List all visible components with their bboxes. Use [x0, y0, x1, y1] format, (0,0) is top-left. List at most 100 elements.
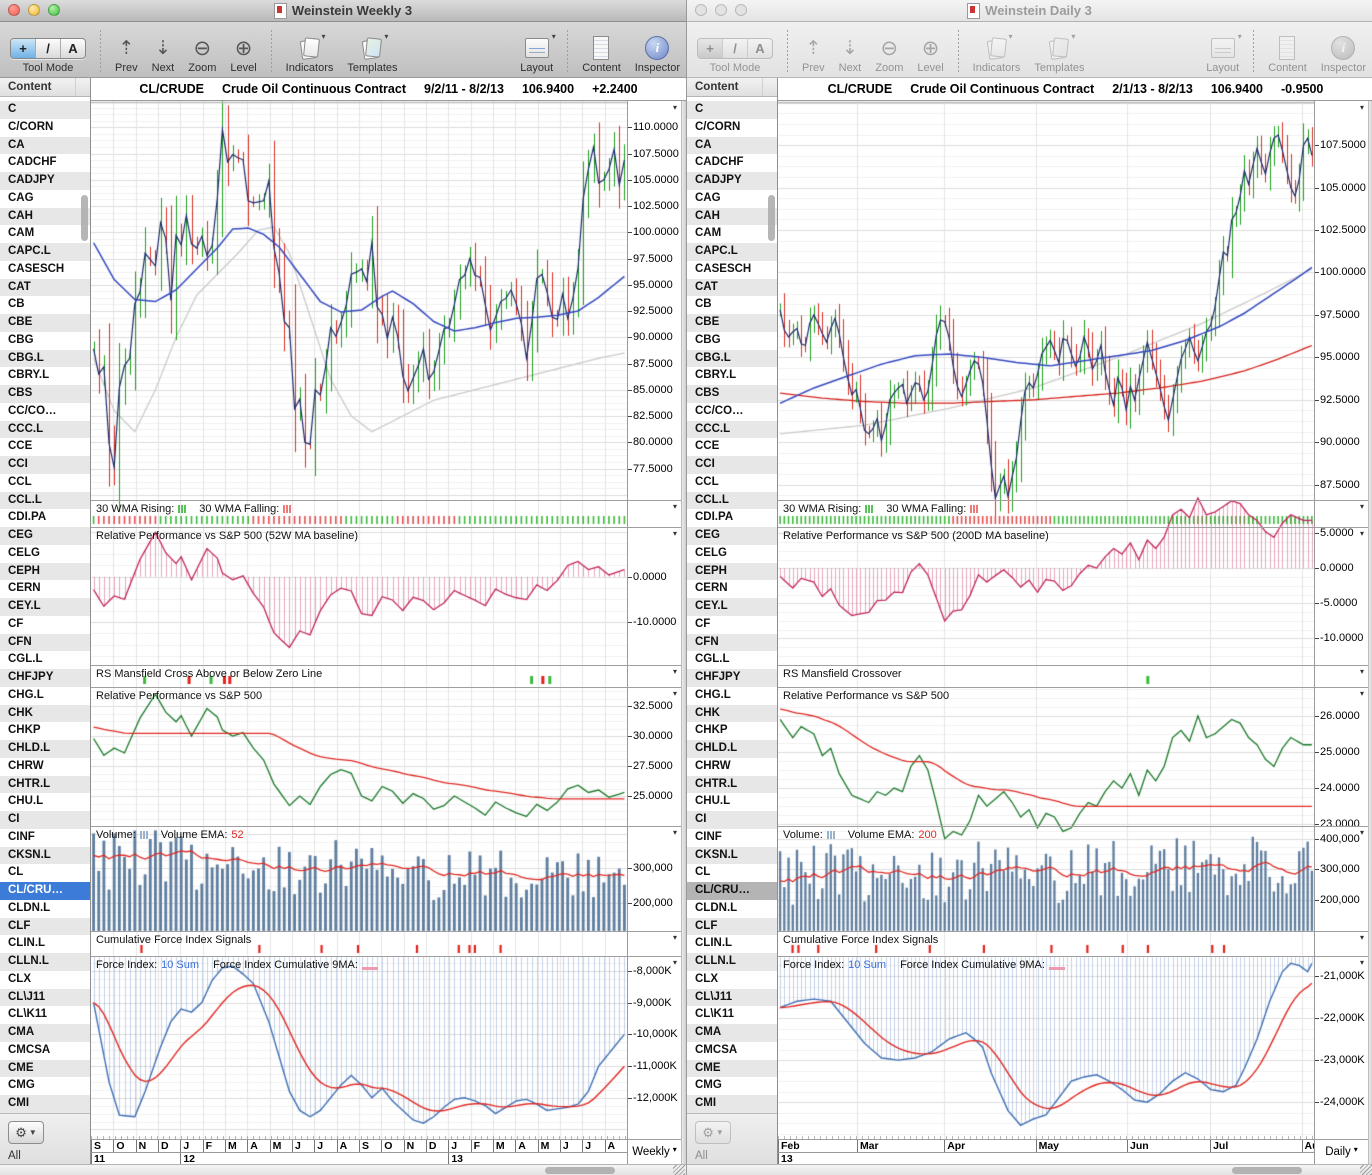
- panel-menu-arrow[interactable]: ▾: [673, 103, 677, 112]
- list-item[interactable]: C/CORN: [0, 119, 90, 137]
- list-item[interactable]: CLF: [0, 918, 90, 936]
- list-item[interactable]: CI: [687, 811, 777, 829]
- list-item[interactable]: CBRY.L: [0, 367, 90, 385]
- horizontal-scrollbar[interactable]: [0, 1164, 686, 1175]
- panel-divider[interactable]: [91, 500, 627, 501]
- list-item[interactable]: CEY.L: [0, 598, 90, 616]
- next-button[interactable]: ⇣Next: [839, 35, 862, 74]
- traffic-lights[interactable]: [695, 4, 747, 16]
- list-item[interactable]: CAG: [0, 190, 90, 208]
- prev-button[interactable]: ⇡Prev: [115, 35, 138, 74]
- list-item[interactable]: CHRW: [0, 758, 90, 776]
- list-item[interactable]: CCC.L: [687, 421, 777, 439]
- chart-area[interactable]: 30 WMA Rising: 30 WMA Falling: Relative …: [91, 101, 627, 1164]
- panel-divider[interactable]: [91, 931, 627, 932]
- list-item[interactable]: CAPC.L: [0, 243, 90, 261]
- panel-menu-arrow[interactable]: ▾: [1360, 667, 1364, 676]
- list-item[interactable]: CHRW: [687, 758, 777, 776]
- panel-divider[interactable]: [91, 826, 627, 827]
- panel-divider[interactable]: [778, 665, 1314, 666]
- content-button[interactable]: Content: [582, 35, 621, 74]
- list-item[interactable]: CBE: [687, 314, 777, 332]
- price-axis-column[interactable]: 107.5000105.0000102.5000100.000097.50009…: [1314, 101, 1368, 1164]
- resize-grip[interactable]: [1360, 1165, 1372, 1175]
- panel-menu-arrow[interactable]: ▾: [673, 933, 677, 942]
- tool-mode-control[interactable]: +/A Tool Mode: [697, 35, 773, 74]
- title-bar[interactable]: Weinstein Daily 3: [687, 0, 1372, 22]
- list-item[interactable]: CMCSA: [0, 1042, 90, 1060]
- list-item[interactable]: C/CORN: [687, 119, 777, 137]
- list-item[interactable]: CCI: [0, 456, 90, 474]
- panel-menu-arrow[interactable]: ▾: [673, 529, 677, 538]
- list-item[interactable]: CHLD.L: [0, 740, 90, 758]
- list-item[interactable]: C: [0, 101, 90, 119]
- list-item[interactable]: CBG.L: [687, 350, 777, 368]
- line-tool-button[interactable]: /: [722, 39, 747, 58]
- panel-menu-arrow[interactable]: ▾: [1360, 103, 1364, 112]
- gear-menu-button[interactable]: ⚙▼: [695, 1121, 731, 1144]
- close-button[interactable]: [695, 4, 707, 16]
- symbol-list[interactable]: CC/CORNCACADCHFCADJPYCAGCAHCAMCAPC.LCASE…: [0, 101, 90, 1113]
- panel-menu-arrow[interactable]: ▾: [1360, 529, 1364, 538]
- scroll-thumb[interactable]: [1232, 1167, 1302, 1174]
- list-item[interactable]: CDI.PA: [0, 509, 90, 527]
- zoom-button[interactable]: [735, 4, 747, 16]
- title-bar[interactable]: Weinstein Weekly 3: [0, 0, 686, 22]
- minimize-button[interactable]: [715, 4, 727, 16]
- inspector-button[interactable]: iInspector: [1321, 35, 1366, 74]
- list-item[interactable]: CHK: [0, 705, 90, 723]
- panel-menu-arrow[interactable]: ▾: [673, 828, 677, 837]
- period-selector[interactable]: Daily▾: [1314, 1139, 1368, 1164]
- list-item[interactable]: CAPC.L: [687, 243, 777, 261]
- list-item[interactable]: CBG: [687, 332, 777, 350]
- panel-divider[interactable]: [778, 931, 1314, 932]
- resize-grip[interactable]: [673, 1165, 685, 1175]
- list-item[interactable]: CLLN.L: [0, 953, 90, 971]
- list-item[interactable]: CBS: [0, 385, 90, 403]
- list-item[interactable]: CC/CO…: [0, 403, 90, 421]
- close-button[interactable]: [8, 4, 20, 16]
- list-item[interactable]: CKSN.L: [687, 847, 777, 865]
- list-item[interactable]: CHLD.L: [687, 740, 777, 758]
- list-item[interactable]: CCE: [687, 438, 777, 456]
- list-item[interactable]: CHFJPY: [687, 669, 777, 687]
- list-item[interactable]: CINF: [687, 829, 777, 847]
- list-item[interactable]: CHG.L: [0, 687, 90, 705]
- list-item[interactable]: CLIN.L: [0, 935, 90, 953]
- list-item[interactable]: CEG: [0, 527, 90, 545]
- list-item[interactable]: CFN: [687, 634, 777, 652]
- scroll-thumb[interactable]: [545, 1167, 615, 1174]
- inspector-button[interactable]: iInspector: [635, 35, 680, 74]
- price-axis-column[interactable]: 110.0000107.5000105.0000102.5000100.0000…: [627, 101, 681, 1164]
- panel-divider[interactable]: [91, 956, 627, 957]
- list-item[interactable]: CINF: [0, 829, 90, 847]
- list-item[interactable]: CMCSA: [687, 1042, 777, 1060]
- list-item[interactable]: CGL.L: [0, 651, 90, 669]
- gear-menu-button[interactable]: ⚙▼: [8, 1121, 44, 1144]
- tool-mode-control[interactable]: +/A Tool Mode: [10, 35, 86, 74]
- list-item[interactable]: CLX: [0, 971, 90, 989]
- list-item[interactable]: CEPH: [687, 563, 777, 581]
- list-item[interactable]: CLDN.L: [687, 900, 777, 918]
- sidebar-header[interactable]: Content: [0, 78, 90, 97]
- crosshair-tool-button[interactable]: +: [11, 39, 35, 58]
- list-item[interactable]: CHTR.L: [0, 776, 90, 794]
- zoom-button[interactable]: [48, 4, 60, 16]
- panel-menu-arrow[interactable]: ▾: [1360, 933, 1364, 942]
- text-tool-button[interactable]: A: [60, 39, 85, 58]
- list-item[interactable]: CLX: [687, 971, 777, 989]
- panel-divider[interactable]: [778, 500, 1314, 501]
- content-button[interactable]: Content: [1268, 35, 1307, 74]
- chart-canvas[interactable]: [778, 101, 1314, 1164]
- list-item[interactable]: CAH: [0, 208, 90, 226]
- list-item[interactable]: CB: [687, 296, 777, 314]
- list-item[interactable]: CL\K11: [0, 1006, 90, 1024]
- sidebar-scrollbar[interactable]: [81, 195, 88, 241]
- list-item[interactable]: CLIN.L: [687, 935, 777, 953]
- templates-button[interactable]: ▾Templates: [347, 35, 397, 74]
- time-axis[interactable]: SONDJFMAMJJASONDJFMAMJJA111213: [91, 1139, 627, 1164]
- panel-menu-arrow[interactable]: ▾: [673, 958, 677, 967]
- list-item[interactable]: CMA: [0, 1024, 90, 1042]
- panel-divider[interactable]: [778, 687, 1314, 688]
- list-item[interactable]: CDI.PA: [687, 509, 777, 527]
